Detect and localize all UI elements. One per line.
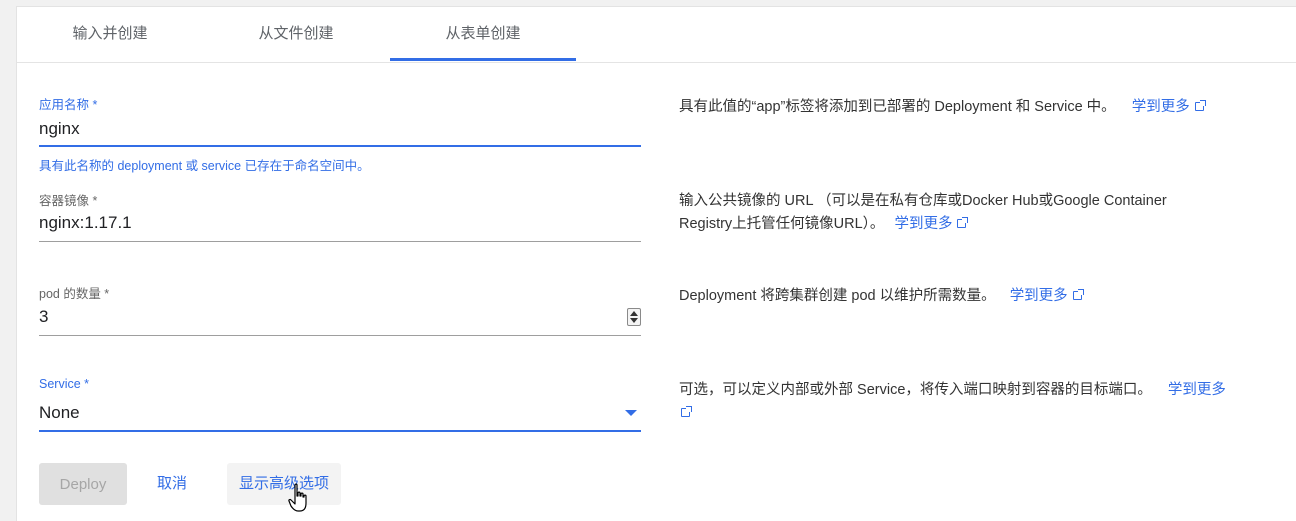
image-input[interactable]: nginx:1.17.1: [39, 213, 132, 233]
stepper-up-icon[interactable]: [630, 311, 638, 316]
create-form-card: 输入并创建 从文件创建 从表单创建 应用名称 * nginx 具有此名称的 de…: [16, 6, 1296, 521]
image-label: 容器镜像 *: [39, 194, 98, 208]
image-learn-more-link[interactable]: 学到更多: [894, 216, 969, 232]
service-underline: [39, 430, 641, 432]
app-name-learn-more-link[interactable]: 学到更多: [1132, 99, 1206, 115]
external-link-icon: [957, 217, 969, 228]
cancel-button[interactable]: 取消: [145, 463, 199, 505]
app-name-label: 应用名称 *: [39, 98, 98, 112]
stepper-icon[interactable]: [627, 308, 641, 326]
service-label: Service *: [39, 377, 90, 391]
app-name-input[interactable]: nginx: [39, 119, 80, 139]
pods-learn-more-link[interactable]: 学到更多: [1010, 288, 1084, 304]
service-help-text: 可选，可以定义内部或外部 Service，将传入端口映射到容器的目标端口。: [679, 382, 1152, 398]
pods-label: pod 的数量 *: [39, 287, 110, 301]
tab-input-create[interactable]: 输入并创建: [17, 7, 203, 61]
image-help-line2: Registry上托管任何镜像URL）。: [679, 216, 885, 232]
deploy-button[interactable]: Deploy: [39, 463, 127, 505]
image-field[interactable]: 容器镜像 * nginx:1.17.1: [39, 187, 641, 247]
tab-file-create[interactable]: 从文件创建: [203, 7, 389, 61]
app-name-underline: [39, 145, 641, 147]
service-field[interactable]: Service * None: [39, 377, 641, 437]
dropdown-caret-icon[interactable]: [625, 410, 637, 416]
stepper-down-icon[interactable]: [630, 318, 638, 323]
app-name-field[interactable]: 应用名称 * nginx 具有此名称的 deployment 或 service…: [39, 91, 641, 173]
pods-help: Deployment 将跨集群创建 pod 以维护所需数量。 学到更多: [679, 285, 1289, 308]
service-help: 可选，可以定义内部或外部 Service，将传入端口映射到容器的目标端口。 学到…: [679, 379, 1289, 425]
external-link-icon: [681, 406, 692, 417]
hand-cursor-icon: [288, 483, 307, 512]
active-tab-indicator: [390, 58, 576, 61]
pods-field[interactable]: pod 的数量 * 3: [39, 283, 641, 343]
tab-bar: 输入并创建 从文件创建 从表单创建: [17, 7, 1296, 63]
pods-help-text: Deployment 将跨集群创建 pod 以维护所需数量。: [679, 288, 996, 304]
image-help: 输入公共镜像的 URL （可以是在私有仓库或Docker Hub或Google …: [679, 190, 1289, 236]
app-name-help-text: 具有此值的“app”标签将添加到已部署的 Deployment 和 Servic…: [679, 99, 1116, 115]
image-help-line1: 输入公共镜像的 URL （可以是在私有仓库或Docker Hub或Google …: [679, 193, 1167, 209]
external-link-icon: [1072, 289, 1084, 300]
pods-input[interactable]: 3: [39, 307, 48, 327]
service-select[interactable]: None: [39, 403, 80, 423]
show-advanced-options-button[interactable]: 显示高级选项: [227, 463, 342, 505]
external-link-icon: [1194, 100, 1206, 111]
image-underline: [39, 241, 641, 242]
pods-underline: [39, 335, 641, 336]
app-name-help: 具有此值的“app”标签将添加到已部署的 Deployment 和 Servic…: [679, 96, 1289, 119]
tab-form-create[interactable]: 从表单创建: [390, 7, 576, 61]
app-name-hint: 具有此名称的 deployment 或 service 已存在于命名空间中。: [39, 159, 370, 173]
